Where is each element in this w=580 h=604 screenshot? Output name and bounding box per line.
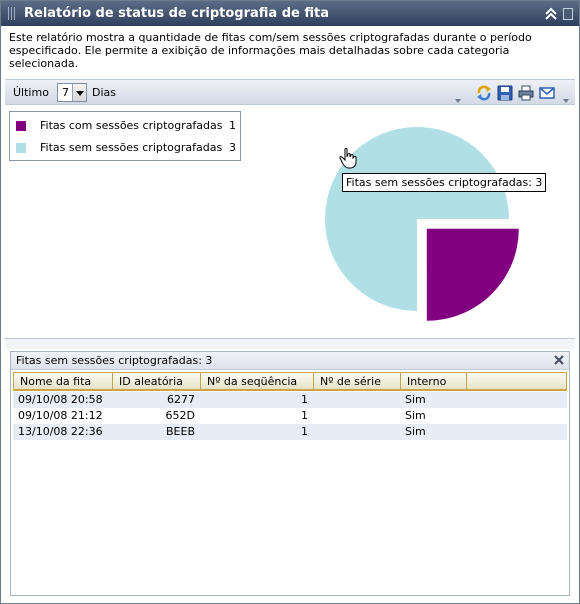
days-select[interactable]: 7 [57, 83, 87, 102]
table-row[interactable]: 09/10/08 21:12 652D 1 Sim [13, 408, 567, 424]
chart-legend: Fitas com sessões criptografadas 1 Fitas… [9, 111, 241, 161]
toolbar-overflow-icon-2[interactable] [561, 82, 571, 104]
close-icon[interactable] [553, 354, 565, 366]
cell-internal: Sim [405, 393, 426, 406]
grid-title: Fitas sem sessões criptografadas: 3 [16, 354, 213, 367]
pie-chart [325, 127, 519, 321]
column-header-random-id[interactable]: ID aleatória [113, 373, 201, 390]
print-icon[interactable] [517, 84, 535, 102]
cell-serial [313, 392, 400, 408]
days-value: 7 [62, 86, 69, 99]
title-bar: Relatório de status de criptografia de f… [1, 1, 579, 26]
scroll-icon[interactable] [563, 8, 573, 20]
window-title: Relatório de status de criptografia de f… [24, 6, 329, 21]
cell-sequence: 1 [301, 425, 308, 438]
grid-header: Fitas sem sessões criptografadas: 3 [11, 352, 569, 370]
legend-count: 1 [229, 119, 236, 132]
cell-internal: Sim [405, 409, 426, 422]
column-header-internal[interactable]: Interno [401, 373, 467, 390]
hand-cursor-icon [339, 148, 357, 169]
detail-grid-panel: Fitas sem sessões criptografadas: 3 Nome… [10, 351, 570, 596]
cell-sequence: 1 [301, 393, 308, 406]
legend-item-without-sessions[interactable]: Fitas sem sessões criptografadas 3 [16, 140, 238, 156]
refresh-icon[interactable] [475, 84, 493, 102]
chart-area: Fitas com sessões criptografadas 1 Fitas… [5, 105, 575, 339]
cell-internal: Sim [405, 425, 426, 438]
legend-count: 3 [229, 141, 236, 154]
chart-tooltip: Fitas sem sessões criptografadas: 3 [342, 173, 547, 192]
legend-swatch [16, 121, 26, 131]
legend-label: Fitas sem sessões criptografadas [40, 141, 223, 154]
table-row[interactable]: 13/10/08 22:36 BEEB 1 Sim [13, 424, 567, 440]
cell-tape-name: 09/10/08 20:58 [18, 393, 103, 406]
cell-random-id: 6277 [167, 393, 195, 406]
column-header-tape-name[interactable]: Nome da fita [14, 373, 113, 390]
cell-random-id: BEEB [166, 425, 195, 438]
cell-sequence: 1 [301, 409, 308, 422]
save-icon[interactable] [496, 84, 514, 102]
cell-serial [313, 424, 400, 440]
toolbar: Último 7 Dias [5, 79, 575, 105]
collapse-icon[interactable] [544, 7, 558, 21]
report-description: Este relatório mostra a quantidade de fi… [9, 31, 532, 70]
column-header-sequence[interactable]: Nº da seqüência [201, 373, 314, 390]
cell-tape-name: 09/10/08 21:12 [18, 409, 103, 422]
email-icon[interactable] [538, 84, 556, 102]
chevron-down-icon[interactable] [72, 84, 86, 101]
cell-serial [313, 408, 400, 424]
legend-label: Fitas com sessões criptografadas [40, 119, 223, 132]
legend-item-with-sessions[interactable]: Fitas com sessões criptografadas 1 [16, 118, 238, 134]
cell-random-id: 652D [165, 409, 195, 422]
drag-grip-icon[interactable] [8, 7, 17, 20]
last-label: Último [13, 86, 49, 99]
table-row[interactable]: 09/10/08 20:58 6277 1 Sim [13, 392, 567, 408]
splitter[interactable] [5, 339, 575, 349]
pie-slice-with-sessions[interactable] [426, 228, 519, 321]
legend-swatch [16, 143, 26, 153]
column-header-serial[interactable]: Nº de série [314, 373, 401, 390]
toolbar-overflow-icon[interactable] [453, 82, 463, 104]
table-header: Nome da fita ID aleatória Nº da seqüênci… [13, 372, 567, 391]
days-label: Dias [92, 86, 116, 99]
cell-tape-name: 13/10/08 22:36 [18, 425, 103, 438]
report-window: Relatório de status de criptografia de f… [0, 0, 580, 604]
